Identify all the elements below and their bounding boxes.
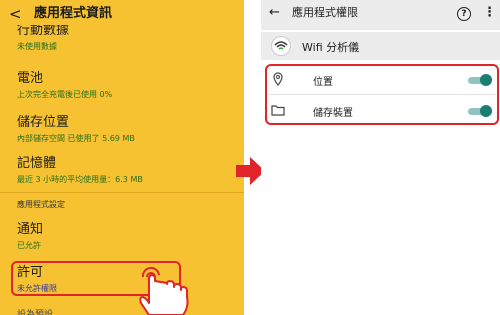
set-default-item[interactable]: 設為預設 [17, 307, 53, 315]
permissions-header: ← 應用程式權限 ? ⋮ [261, 0, 500, 30]
app-row: Wifi 分析儀 [261, 32, 500, 60]
permissions-highlight-box [265, 64, 499, 125]
back-arrow-button[interactable]: ← [269, 5, 280, 21]
more-options-icon[interactable]: ⋮ [483, 4, 496, 22]
battery-subtitle: 上次完全充電後已使用 0% [17, 90, 113, 99]
app-info-panel: < 應用程式資訊 行動數據 未使用數據 電池 上次完全充電後已使用 0% 儲存位… [0, 0, 244, 315]
divider [0, 192, 244, 193]
app-permissions-panel: ← 應用程式權限 ? ⋮ Wifi 分析儀 位置 儲存裝置 [261, 0, 500, 315]
storage-subtitle: 內部儲存空間 已使用了 5.69 MB [17, 134, 135, 143]
mobile-data-subtitle: 未使用數據 [17, 42, 57, 51]
page-title: 應用程式資訊 [34, 6, 113, 21]
battery-title: 電池 [17, 71, 44, 86]
memory-subtitle: 最近 3 小時的平均使用量：6.3 MB [17, 175, 143, 184]
wifi-analyzer-app-icon [271, 36, 291, 56]
help-icon[interactable]: ? [457, 7, 471, 21]
app-name: Wifi 分析儀 [302, 41, 360, 54]
permissions-page-title: 應用程式權限 [292, 6, 358, 19]
section-label: 應用程式設定 [17, 200, 65, 209]
memory-item[interactable]: 記憶體 最近 3 小時的平均使用量：6.3 MB [17, 156, 143, 185]
notifications-subtitle: 已允許 [17, 241, 41, 250]
mobile-data-title[interactable]: 行動數據 [17, 25, 69, 35]
notifications-item[interactable]: 通知 已允許 [17, 222, 43, 251]
back-button[interactable]: < [9, 4, 22, 24]
memory-title: 記憶體 [17, 156, 57, 171]
battery-item[interactable]: 電池 上次完全充電後已使用 0% [17, 71, 112, 100]
storage-title: 儲存位置 [17, 115, 70, 130]
notifications-title: 通知 [17, 222, 44, 237]
storage-item[interactable]: 儲存位置 內部儲存空間 已使用了 5.69 MB [17, 115, 135, 144]
tap-hand-icon [139, 266, 189, 315]
